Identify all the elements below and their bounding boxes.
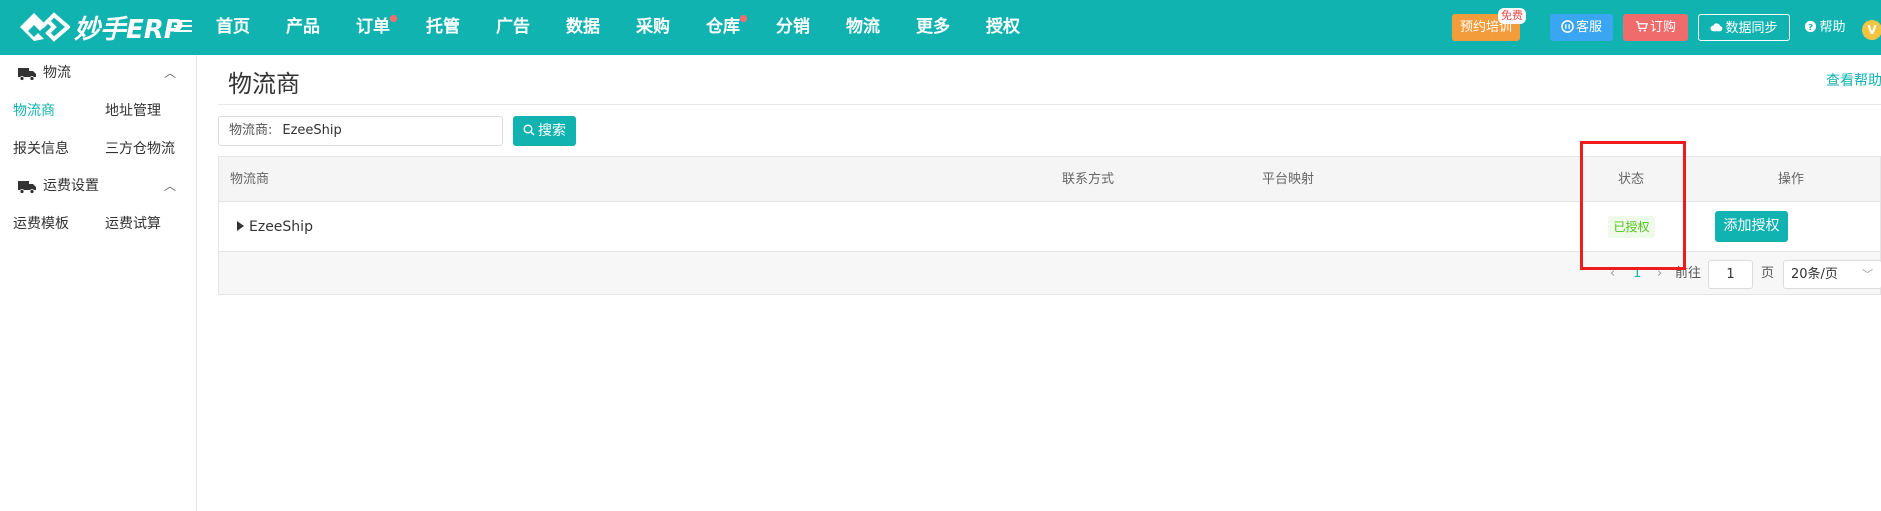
sidebar-group[interactable]: 运费设置 ︿ bbox=[0, 168, 196, 205]
sidebar-item[interactable]: 三方仓物流 bbox=[92, 130, 184, 168]
carrier-filter-value: EzeeShip bbox=[282, 123, 342, 138]
search-label: 搜索 bbox=[538, 123, 566, 139]
nav-item-label: 分销 bbox=[776, 17, 810, 37]
sidebar-row: 物流商 地址管理 bbox=[0, 92, 196, 130]
data-sync-label: 数据同步 bbox=[1725, 21, 1778, 36]
nav-item-label: 更多 bbox=[916, 17, 950, 37]
nav-item[interactable]: 数据 bbox=[566, 0, 600, 55]
notification-dot bbox=[390, 15, 397, 22]
help-button[interactable]: ? 帮助 bbox=[1800, 14, 1850, 41]
sidebar-group[interactable]: 物流 ︿ bbox=[0, 55, 196, 92]
nav-item-label: 订单 bbox=[356, 17, 390, 37]
nav-item-label: 产品 bbox=[286, 17, 320, 37]
page-size-value: 20条/页 bbox=[1791, 267, 1838, 282]
status-highlight-box bbox=[1580, 141, 1686, 270]
nav-item[interactable]: 产品 bbox=[286, 0, 320, 55]
cart-icon bbox=[1635, 21, 1648, 32]
top-navbar: 妙手ERP 首页 产品 订单 托管 广告 数据 采购 仓库 分销 物流 更多 授权 预约培训 免费 客… bbox=[0, 0, 1881, 55]
customer-service-label: 客服 bbox=[1575, 20, 1602, 35]
data-sync-button[interactable]: 数据同步 bbox=[1698, 14, 1790, 41]
search-button[interactable]: 搜索 bbox=[513, 116, 576, 146]
menu-icon[interactable] bbox=[174, 17, 192, 37]
sidebar-item[interactable]: 地址管理 bbox=[92, 92, 184, 130]
search-icon bbox=[523, 124, 535, 136]
truck-icon bbox=[18, 68, 36, 81]
nav-item-label: 授权 bbox=[986, 17, 1020, 37]
truck-icon bbox=[18, 181, 36, 194]
nav-item-label: 广告 bbox=[496, 17, 530, 37]
page-suffix: 页 bbox=[1761, 266, 1775, 281]
cloud-sync-icon bbox=[1710, 23, 1723, 32]
free-badge: 免费 bbox=[1498, 8, 1526, 24]
carrier-filter-input[interactable]: 物流商: EzeeShip bbox=[218, 116, 503, 146]
nav-item-label: 数据 bbox=[566, 17, 600, 37]
page-size-select[interactable]: 20条/页 ﹀ bbox=[1783, 260, 1881, 289]
expand-arrow-icon[interactable] bbox=[237, 221, 244, 231]
sidebar: 物流 ︿ 物流商 地址管理 报关信息 三方仓物流 运费设置 ︿ 运费模板 运费试算 bbox=[0, 55, 197, 511]
subscribe-button[interactable]: 订购 bbox=[1623, 14, 1688, 41]
chevron-up-icon[interactable]: ︿ bbox=[164, 168, 176, 205]
sidebar-item[interactable]: 运费模板 bbox=[0, 205, 92, 243]
nav-item-label: 采购 bbox=[636, 17, 670, 37]
subscribe-label: 订购 bbox=[1649, 20, 1676, 35]
nav-item[interactable]: 首页 bbox=[216, 0, 250, 55]
chevron-up-icon[interactable]: ︿ bbox=[164, 55, 176, 92]
col-platform-mapping: 平台映射 bbox=[1262, 172, 1315, 187]
nav-item[interactable]: 托管 bbox=[426, 0, 460, 55]
view-help-link[interactable]: 查看帮助 bbox=[1826, 70, 1881, 90]
notification-dot bbox=[740, 15, 747, 22]
sidebar-row: 报关信息 三方仓物流 bbox=[0, 130, 196, 168]
nav-item[interactable]: 分销 bbox=[776, 0, 810, 55]
svg-text:?: ? bbox=[1809, 22, 1814, 32]
col-actions: 操作 bbox=[1778, 172, 1805, 187]
service-icon bbox=[1561, 20, 1574, 33]
help-icon: ? bbox=[1805, 20, 1817, 33]
sidebar-item[interactable]: 物流商 bbox=[0, 92, 92, 130]
page-title: 物流商 bbox=[228, 70, 300, 98]
main-nav: 首页 产品 订单 托管 广告 数据 采购 仓库 分销 物流 更多 授权 bbox=[216, 0, 1056, 55]
add-authorization-button[interactable]: 添加授权 bbox=[1715, 211, 1788, 242]
col-carrier: 物流商 bbox=[230, 172, 270, 187]
nav-item[interactable]: 物流 bbox=[846, 0, 880, 55]
nav-item[interactable]: 更多 bbox=[916, 0, 950, 55]
nav-item-label: 托管 bbox=[426, 17, 460, 37]
customer-service-button[interactable]: 客服 bbox=[1550, 14, 1613, 41]
nav-item-label: 仓库 bbox=[706, 17, 740, 37]
nav-item[interactable]: 订单 bbox=[356, 0, 397, 55]
nav-item[interactable]: 授权 bbox=[986, 0, 1020, 55]
logo-text: 妙手ERP bbox=[74, 14, 183, 45]
nav-item[interactable]: 仓库 bbox=[706, 0, 747, 55]
sidebar-group-title: 运费设置 bbox=[43, 178, 99, 194]
col-contact: 联系方式 bbox=[1062, 172, 1115, 187]
book-training-button[interactable]: 预约培训 免费 bbox=[1452, 8, 1526, 41]
carrier-name: EzeeShip bbox=[249, 219, 313, 235]
logo-icon bbox=[20, 12, 70, 42]
divider bbox=[218, 104, 1881, 105]
nav-item[interactable]: 采购 bbox=[636, 0, 670, 55]
carrier-cell[interactable]: EzeeShip bbox=[237, 202, 313, 252]
goto-page-input[interactable]: 1 bbox=[1708, 260, 1753, 289]
nav-item-label: 首页 bbox=[216, 17, 250, 37]
sidebar-item[interactable]: 报关信息 bbox=[0, 130, 92, 168]
sidebar-group-title: 物流 bbox=[43, 65, 71, 81]
sidebar-item[interactable]: 运费试算 bbox=[92, 205, 184, 243]
chevron-down-icon: ﹀ bbox=[1862, 268, 1873, 281]
logo[interactable]: 妙手ERP bbox=[16, 8, 183, 46]
help-label: 帮助 bbox=[1819, 20, 1846, 35]
vip-badge[interactable]: V bbox=[1862, 20, 1881, 40]
nav-item[interactable]: 广告 bbox=[496, 0, 530, 55]
nav-item-label: 物流 bbox=[846, 17, 880, 37]
sidebar-row: 运费模板 运费试算 bbox=[0, 205, 196, 243]
carrier-filter-label: 物流商: bbox=[229, 123, 273, 138]
